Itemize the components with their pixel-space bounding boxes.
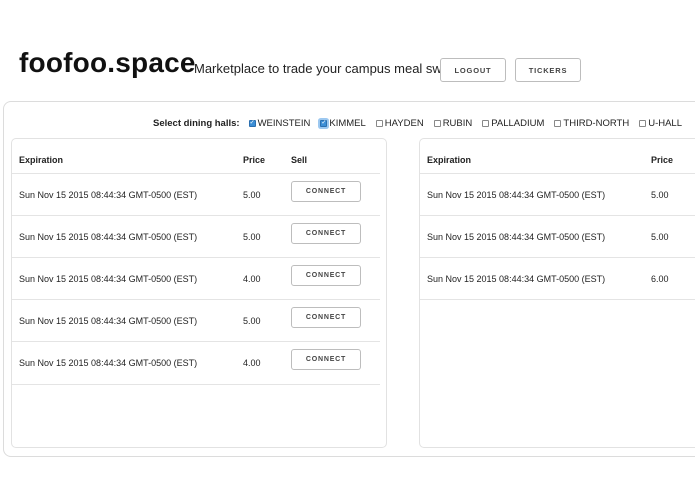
column-header-expiration: Expiration	[427, 155, 472, 165]
kimmel-checkbox[interactable]: ✓	[320, 119, 328, 127]
u-hall-checkbox[interactable]	[639, 119, 647, 127]
expiration-cell: Sun Nov 15 2015 08:44:34 GMT-0500 (EST)	[19, 274, 198, 284]
price-cell: 6.00	[651, 274, 669, 284]
palladium-checkbox[interactable]	[482, 119, 490, 127]
table-row: Sun Nov 15 2015 08:44:34 GMT-0500 (EST) …	[12, 299, 386, 341]
sell-listings-card: Expiration Price Sell Sun Nov 15 2015 08…	[11, 138, 387, 448]
price-cell: 4.00	[243, 274, 261, 284]
rubin-checkbox[interactable]	[433, 119, 441, 127]
filter-option-u-hall[interactable]: U-HALL	[639, 118, 682, 129]
filter-option-label: THIRD-NORTH	[563, 117, 630, 129]
price-cell: 5.00	[651, 232, 669, 242]
connect-button[interactable]: CONNECT	[291, 265, 361, 286]
table-row: Sun Nov 15 2015 08:44:34 GMT-0500 (EST) …	[12, 173, 386, 215]
logout-button[interactable]: LOGOUT	[440, 58, 506, 82]
table-row: Sun Nov 15 2015 08:44:34 GMT-0500 (EST) …	[420, 257, 695, 299]
expiration-cell: Sun Nov 15 2015 08:44:34 GMT-0500 (EST)	[19, 190, 198, 200]
site-tagline: Marketplace to trade your campus meal sw…	[194, 61, 470, 76]
filter-option-label: KIMMEL	[329, 117, 366, 129]
tickers-button[interactable]: TICKERS	[515, 58, 581, 82]
table-row: Sun Nov 15 2015 08:44:34 GMT-0500 (EST) …	[420, 215, 695, 257]
connect-button[interactable]: CONNECT	[291, 223, 361, 244]
filter-option-label: HAYDEN	[384, 117, 424, 129]
hayden-checkbox[interactable]	[375, 119, 383, 127]
table-row: Sun Nov 15 2015 08:44:34 GMT-0500 (EST) …	[12, 215, 386, 257]
table-row: Sun Nov 15 2015 08:44:34 GMT-0500 (EST) …	[12, 257, 386, 299]
filter-option-palladium[interactable]: PALLADIUM	[482, 118, 544, 129]
column-header-price: Price	[651, 155, 674, 165]
filter-option-third-north[interactable]: THIRD-NORTH	[554, 118, 629, 129]
price-cell: 4.00	[243, 358, 261, 368]
third-north-checkbox[interactable]	[554, 119, 562, 127]
row-divider	[420, 299, 695, 300]
expiration-cell: Sun Nov 15 2015 08:44:34 GMT-0500 (EST)	[19, 232, 198, 242]
table-row: Sun Nov 15 2015 08:44:34 GMT-0500 (EST) …	[420, 173, 695, 215]
dining-hall-filter: Select dining halls: ✓ WEINSTEIN ✓ KIMME…	[153, 116, 692, 130]
column-header-price: Price	[243, 155, 266, 165]
row-divider	[12, 384, 380, 385]
filter-option-label: RUBIN	[442, 117, 473, 129]
filter-option-label: U-HALL	[648, 117, 682, 129]
expiration-cell: Sun Nov 15 2015 08:44:34 GMT-0500 (EST)	[427, 190, 606, 200]
dining-hall-filter-label: Select dining halls:	[153, 117, 240, 129]
filter-option-rubin[interactable]: RUBIN	[433, 117, 473, 129]
weinstein-checkbox[interactable]: ✓	[248, 119, 256, 127]
filter-option-label: WEINSTEIN	[257, 117, 311, 129]
column-header-sell: Sell	[291, 155, 308, 165]
expiration-cell: Sun Nov 15 2015 08:44:34 GMT-0500 (EST)	[427, 232, 606, 242]
page-header: foofoo.space Marketplace to trade your c…	[19, 44, 695, 84]
filter-option-kimmel[interactable]: ✓ KIMMEL	[320, 117, 366, 129]
expiration-cell: Sun Nov 15 2015 08:44:34 GMT-0500 (EST)	[19, 358, 198, 368]
expiration-cell: Sun Nov 15 2015 08:44:34 GMT-0500 (EST)	[19, 316, 198, 326]
buy-listings-card: Expiration Price Sun Nov 15 2015 08:44:3…	[419, 138, 695, 448]
connect-button[interactable]: CONNECT	[291, 181, 361, 202]
price-cell: 5.00	[651, 190, 669, 200]
table-row: Sun Nov 15 2015 08:44:34 GMT-0500 (EST) …	[12, 341, 386, 383]
connect-button[interactable]: CONNECT	[291, 307, 361, 328]
price-cell: 5.00	[243, 232, 261, 242]
filter-option-hayden[interactable]: HAYDEN	[375, 117, 424, 129]
column-header-expiration: Expiration	[19, 155, 64, 165]
price-cell: 5.00	[243, 316, 261, 326]
price-cell: 5.00	[243, 190, 261, 200]
connect-button[interactable]: CONNECT	[291, 349, 361, 370]
expiration-cell: Sun Nov 15 2015 08:44:34 GMT-0500 (EST)	[427, 274, 606, 284]
filter-option-weinstein[interactable]: ✓ WEINSTEIN	[248, 117, 311, 129]
filter-option-label: PALLADIUM	[491, 117, 545, 129]
site-title: foofoo.space	[19, 47, 196, 78]
